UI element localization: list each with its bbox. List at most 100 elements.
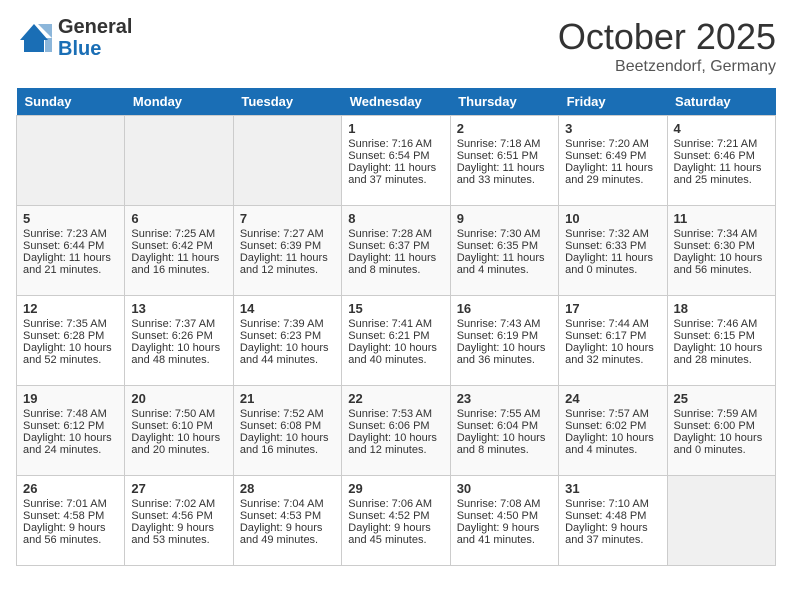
calendar-cell: 9Sunrise: 7:30 AMSunset: 6:35 PMDaylight… xyxy=(450,206,558,296)
calendar-cell: 22 Sunrise: 7:53 AMSunset: 6:06 PMDayligh… xyxy=(342,386,450,476)
day-number: 14 xyxy=(240,301,335,316)
day-info: Sunrise: 7:25 AM xyxy=(131,228,226,240)
day-info: Daylight: 10 hours xyxy=(674,432,769,444)
day-info: Daylight: 11 hours xyxy=(674,162,769,174)
day-info: Daylight: 10 hours xyxy=(348,432,443,444)
calendar-cell: 19Sunrise: 7:48 AMSunset: 6:12 PMDayligh… xyxy=(17,386,125,476)
day-info: Sunset: 6:26 PM xyxy=(131,330,226,342)
day-number: 3 xyxy=(565,121,660,136)
day-info: and 53 minutes. xyxy=(131,534,226,546)
day-info: Daylight: 11 hours xyxy=(131,252,226,264)
day-info: Sunset: 6:37 PM xyxy=(348,240,443,252)
calendar-cell xyxy=(17,116,125,206)
day-info: Sunrise: 7:04 AM xyxy=(240,498,335,510)
day-number: 12 xyxy=(23,301,118,316)
day-info: Daylight: 9 hours xyxy=(240,522,335,534)
calendar-cell xyxy=(125,116,233,206)
day-number: 20 xyxy=(131,391,226,406)
day-number: 28 xyxy=(240,481,335,496)
calendar-cell: 28 Sunrise: 7:04 AMSunset: 4:53 PMDayligh… xyxy=(233,476,341,566)
day-info: Daylight: 10 hours xyxy=(674,252,769,264)
weekday-header-tuesday: Tuesday xyxy=(233,88,341,116)
day-info: Sunrise: 7:59 AM xyxy=(674,408,769,420)
day-info: and 12 minutes. xyxy=(240,264,335,276)
day-number: 11 xyxy=(674,211,769,226)
day-info: Sunrise: 7:34 AM xyxy=(674,228,769,240)
day-info: Sunset: 6:39 PM xyxy=(240,240,335,252)
day-number: 22 xyxy=(348,391,443,406)
day-info: and 56 minutes. xyxy=(674,264,769,276)
calendar-cell: 30Sunrise: 7:08 AMSunset: 4:50 PMDayligh… xyxy=(450,476,558,566)
day-info: Sunrise: 7:08 AM xyxy=(457,498,552,510)
calendar-cell: 10Sunrise: 7:32 AMSunset: 6:33 PMDayligh… xyxy=(559,206,667,296)
day-info: and 8 minutes. xyxy=(457,444,552,456)
calendar-cell: 23Sunrise: 7:55 AMSunset: 6:04 PMDayligh… xyxy=(450,386,558,476)
day-info: and 49 minutes. xyxy=(240,534,335,546)
calendar-cell: 1Sunrise: 7:16 AMSunset: 6:54 PMDaylight… xyxy=(342,116,450,206)
day-number: 18 xyxy=(674,301,769,316)
day-info: Sunrise: 7:32 AM xyxy=(565,228,660,240)
day-number: 4 xyxy=(674,121,769,136)
day-info: Sunset: 6:35 PM xyxy=(457,240,552,252)
day-info: Sunrise: 7:50 AM xyxy=(131,408,226,420)
day-number: 25 xyxy=(674,391,769,406)
day-info: Sunset: 6:19 PM xyxy=(457,330,552,342)
calendar-cell: 8Sunrise: 7:28 AMSunset: 6:37 PMDaylight… xyxy=(342,206,450,296)
day-info: Sunset: 6:51 PM xyxy=(457,150,552,162)
day-info: Sunrise: 7:01 AM xyxy=(23,498,118,510)
day-info: and 4 minutes. xyxy=(457,264,552,276)
day-info: and 21 minutes. xyxy=(23,264,118,276)
day-info: Daylight: 9 hours xyxy=(565,522,660,534)
day-info: Daylight: 10 hours xyxy=(674,342,769,354)
logo: General Blue xyxy=(16,16,132,60)
day-info: Daylight: 9 hours xyxy=(23,522,118,534)
day-info: Sunrise: 7:35 AM xyxy=(23,318,118,330)
day-info: Sunrise: 7:21 AM xyxy=(674,138,769,150)
day-info: Sunset: 6:06 PM xyxy=(348,420,443,432)
day-info: Sunset: 4:53 PM xyxy=(240,510,335,522)
day-info: Sunrise: 7:53 AM xyxy=(348,408,443,420)
day-number: 1 xyxy=(348,121,443,136)
calendar-cell: 26Sunrise: 7:01 AMSunset: 4:58 PMDayligh… xyxy=(17,476,125,566)
day-info: Sunrise: 7:43 AM xyxy=(457,318,552,330)
day-info: Sunset: 6:30 PM xyxy=(674,240,769,252)
weekday-header-thursday: Thursday xyxy=(450,88,558,116)
day-info: Sunrise: 7:30 AM xyxy=(457,228,552,240)
day-number: 26 xyxy=(23,481,118,496)
calendar-cell: 20Sunrise: 7:50 AMSunset: 6:10 PMDayligh… xyxy=(125,386,233,476)
logo-text: General Blue xyxy=(58,16,132,60)
weekday-header-saturday: Saturday xyxy=(667,88,775,116)
day-info: Sunset: 6:15 PM xyxy=(674,330,769,342)
day-number: 30 xyxy=(457,481,552,496)
day-number: 15 xyxy=(348,301,443,316)
day-info: and 24 minutes. xyxy=(23,444,118,456)
week-row-2: 5Sunrise: 7:23 AMSunset: 6:44 PMDaylight… xyxy=(17,206,776,296)
day-info: Sunrise: 7:06 AM xyxy=(348,498,443,510)
day-info: and 41 minutes. xyxy=(457,534,552,546)
day-info: Sunset: 6:46 PM xyxy=(674,150,769,162)
page-header: General Blue October 2025 Beetzendorf, G… xyxy=(16,16,776,76)
day-number: 17 xyxy=(565,301,660,316)
month-title: October 2025 xyxy=(558,16,776,58)
day-info: Sunrise: 7:28 AM xyxy=(348,228,443,240)
day-info: Sunrise: 7:02 AM xyxy=(131,498,226,510)
day-info: Daylight: 10 hours xyxy=(348,342,443,354)
day-info: and 25 minutes. xyxy=(674,174,769,186)
day-info: Sunset: 6:33 PM xyxy=(565,240,660,252)
day-info: Sunrise: 7:41 AM xyxy=(348,318,443,330)
day-info: and 16 minutes. xyxy=(131,264,226,276)
day-number: 27 xyxy=(131,481,226,496)
day-info: and 33 minutes. xyxy=(457,174,552,186)
day-info: and 16 minutes. xyxy=(240,444,335,456)
day-info: Sunset: 6:42 PM xyxy=(131,240,226,252)
day-info: Daylight: 11 hours xyxy=(23,252,118,264)
day-info: Sunrise: 7:44 AM xyxy=(565,318,660,330)
day-number: 6 xyxy=(131,211,226,226)
calendar-cell: 18Sunrise: 7:46 AMSunset: 6:15 PMDayligh… xyxy=(667,296,775,386)
calendar-cell: 17Sunrise: 7:44 AMSunset: 6:17 PMDayligh… xyxy=(559,296,667,386)
calendar: SundayMondayTuesdayWednesdayThursdayFrid… xyxy=(16,88,776,566)
day-info: and 12 minutes. xyxy=(348,444,443,456)
day-info: Sunrise: 7:23 AM xyxy=(23,228,118,240)
day-info: Sunset: 4:52 PM xyxy=(348,510,443,522)
day-number: 21 xyxy=(240,391,335,406)
